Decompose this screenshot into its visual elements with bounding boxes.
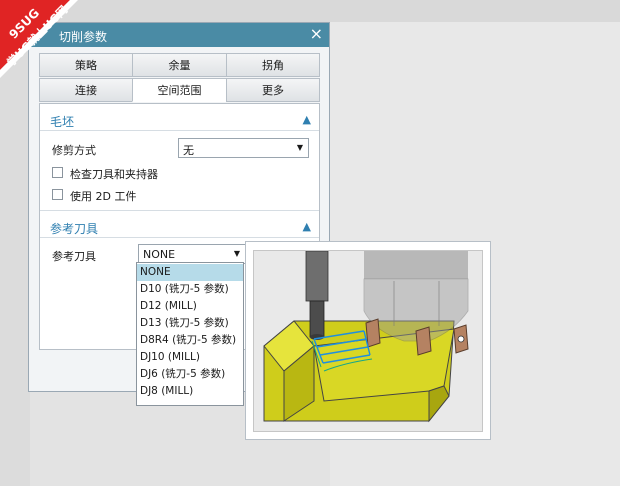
dropdown-option[interactable]: DJ6 (铣刀-5 参数) [137, 366, 243, 383]
ref-tool-section-header[interactable]: 参考刀具 ▲ [40, 218, 319, 236]
close-icon[interactable]: × [310, 25, 323, 43]
ref-tool-value: NONE [143, 248, 176, 261]
trim-method-label: 修剪方式 [52, 144, 96, 157]
blank-section-title: 毛坯 [50, 115, 75, 129]
use-2d-workpiece-label: 使用 2D 工件 [70, 190, 137, 203]
check-tool-holder-checkbox[interactable] [52, 167, 63, 178]
chevron-down-icon: ▼ [296, 143, 303, 152]
tab-space-range[interactable]: 空间范围 [132, 78, 227, 102]
dropdown-option[interactable]: D8R4 (铣刀-5 参数) [137, 332, 243, 349]
dropdown-option[interactable]: NONE [137, 264, 243, 281]
trim-method-select[interactable]: 无 ▼ [178, 138, 309, 158]
chevron-down-icon: ▼ [233, 249, 240, 258]
collapse-icon[interactable]: ▲ [303, 220, 311, 233]
collapse-icon[interactable]: ▲ [303, 113, 311, 126]
dropdown-option[interactable]: D12 (MILL) [137, 298, 243, 315]
use-2d-workpiece-checkbox[interactable] [52, 189, 63, 200]
blank-section-header[interactable]: 毛坯 ▲ [40, 111, 319, 129]
check-tool-holder-label: 检查刀具和夹持器 [70, 168, 158, 181]
divider [40, 210, 319, 211]
tab-stock[interactable]: 余量 [132, 53, 227, 77]
trim-method-value: 无 [183, 144, 194, 157]
ref-tool-section-title: 参考刀具 [50, 222, 99, 236]
ref-tool-select[interactable]: NONE ▼ [138, 244, 246, 264]
ref-tool-preview-panel [245, 241, 491, 440]
tab-corner[interactable]: 拐角 [226, 53, 320, 77]
dropdown-option[interactable]: D13 (铣刀-5 参数) [137, 315, 243, 332]
divider [40, 237, 319, 238]
ref-tool-illustration [253, 250, 483, 432]
site-watermark-logo: 9SUG 学UG就上UG网 [0, 0, 92, 92]
divider [40, 130, 319, 131]
dropdown-option[interactable]: DJ10 (MILL) [137, 349, 243, 366]
ref-tool-label: 参考刀具 [52, 250, 96, 263]
tab-more[interactable]: 更多 [226, 78, 320, 102]
dropdown-option[interactable]: DJ8 (MILL) [137, 383, 243, 400]
ref-tool-dropdown-list: NONE D10 (铣刀-5 参数) D12 (MILL) D13 (铣刀-5 … [136, 262, 244, 406]
dropdown-option[interactable]: D10 (铣刀-5 参数) [137, 281, 243, 298]
background-top [0, 0, 620, 22]
